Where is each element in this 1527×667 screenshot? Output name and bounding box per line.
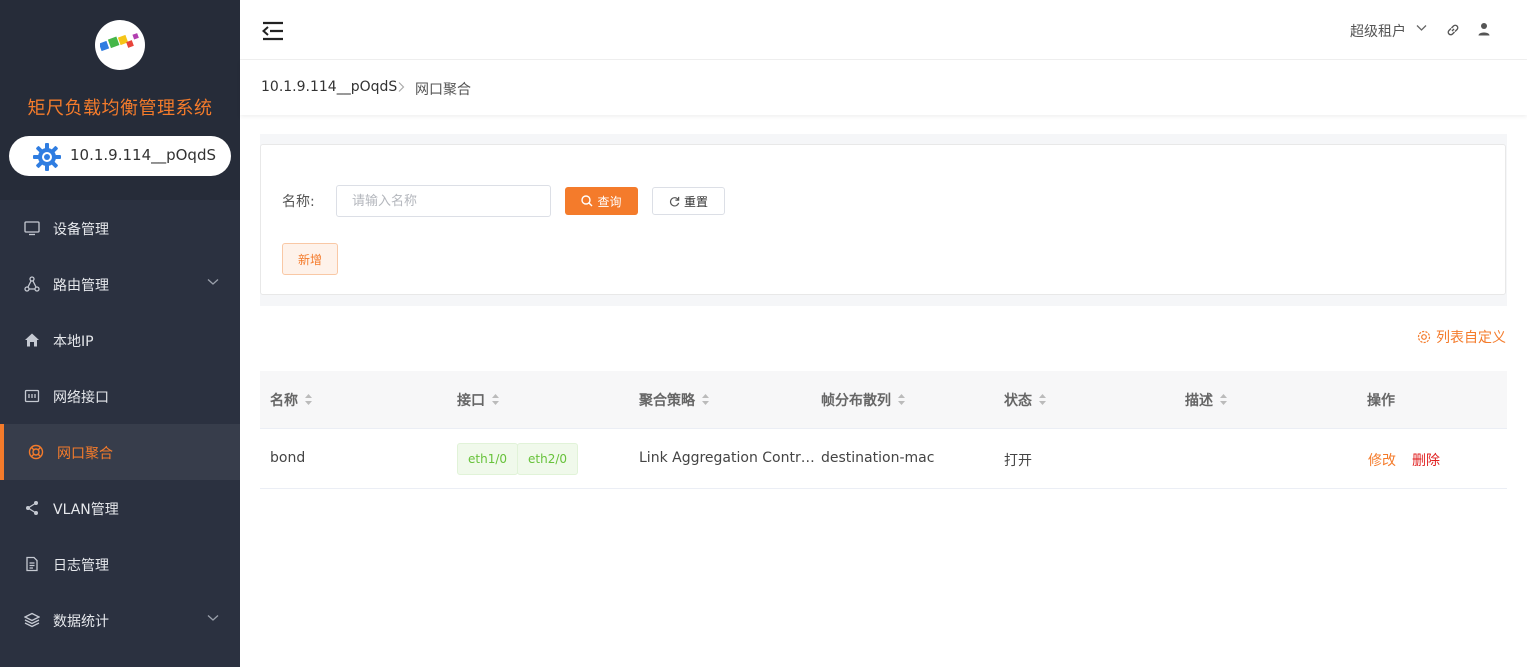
share-icon xyxy=(26,501,38,515)
name-search-input[interactable] xyxy=(336,185,551,217)
column-header-policy[interactable]: 聚合策略 xyxy=(639,390,710,410)
name-label: 名称: xyxy=(282,194,315,210)
chevron-down-icon xyxy=(207,615,219,621)
chevron-down-icon[interactable] xyxy=(1416,24,1427,32)
sidebar-item-statistics[interactable]: 数据统计 xyxy=(0,592,240,648)
breadcrumb: 10.1.9.114__pOqdS 网口聚合 xyxy=(240,60,1527,115)
table-row: bond eth1/0 eth2/0 Link Aggregation Cont… xyxy=(260,429,1507,489)
menu-fold-icon[interactable] xyxy=(262,21,284,41)
system-title: 矩尺负载均衡管理系统 xyxy=(27,98,213,119)
layers-icon xyxy=(24,612,40,628)
sidebar: 矩尺负载均衡管理系统 10.1.9.114__pOqdS 设备管理 路由管理 本… xyxy=(0,0,240,667)
logo xyxy=(95,20,145,70)
sidebar-item-label: VLAN管理 xyxy=(53,502,119,518)
sidebar-item-device-management[interactable]: 设备管理 xyxy=(0,200,240,256)
interface-tag: eth1/0 xyxy=(457,443,519,475)
sidebar-item-local-ip[interactable]: 本地IP xyxy=(0,312,240,368)
top-header: 超级租户 xyxy=(240,0,1527,60)
sort-icon xyxy=(305,394,312,405)
column-header-description[interactable]: 描述 xyxy=(1185,390,1228,410)
sidebar-item-label: 路由管理 xyxy=(53,278,109,294)
sidebar-item-network-interface[interactable]: 网络接口 xyxy=(0,368,240,424)
search-icon xyxy=(581,194,593,206)
column-header-status[interactable]: 状态 xyxy=(1004,390,1047,410)
reset-button[interactable]: 重置 xyxy=(652,187,725,215)
chevron-down-icon xyxy=(207,279,219,285)
home-icon xyxy=(25,333,39,347)
sidebar-item-label: 网络接口 xyxy=(53,390,109,406)
link-icon[interactable] xyxy=(1446,23,1460,37)
breadcrumb-device[interactable]: 10.1.9.114__pOqdS xyxy=(261,79,397,95)
cell-hash: destination-mac xyxy=(821,450,935,466)
column-header-interface[interactable]: 接口 xyxy=(457,390,500,410)
device-selector[interactable]: 10.1.9.114__pOqdS xyxy=(9,136,231,176)
interface-icon xyxy=(24,389,40,403)
add-button[interactable]: 新增 xyxy=(282,243,338,275)
cell-policy: Link Aggregation Contr… xyxy=(639,450,815,466)
tenant-selector[interactable]: 超级租户 xyxy=(1350,21,1406,41)
column-header-name[interactable]: 名称 xyxy=(270,390,313,410)
gear-icon xyxy=(1417,330,1431,344)
sidebar-item-label: 数据统计 xyxy=(53,614,109,630)
delete-button[interactable]: 删除 xyxy=(1412,450,1440,470)
monitor-icon xyxy=(24,221,40,236)
sidebar-item-vlan-management[interactable]: VLAN管理 xyxy=(0,480,240,536)
brand-panel: 矩尺负载均衡管理系统 10.1.9.114__pOqdS xyxy=(0,0,240,200)
share-nodes-icon xyxy=(24,276,40,292)
sidebar-item-port-aggregation[interactable]: 网口聚合 xyxy=(0,424,240,480)
query-button[interactable]: 查询 xyxy=(565,187,638,215)
sidebar-item-label: 设备管理 xyxy=(53,222,109,238)
table-header: 名称 接口 聚合策略 帧分布散列 状态 描述 操作 xyxy=(260,371,1507,429)
sidebar-menu: 设备管理 路由管理 本地IP 网络接口 网口聚合 VLAN管理 日志管理 数据统… xyxy=(0,200,240,648)
sort-icon xyxy=(492,394,499,405)
column-header-actions: 操作 xyxy=(1367,393,1395,409)
interface-tag: eth2/0 xyxy=(517,443,579,475)
sort-icon xyxy=(1039,394,1046,405)
list-customize-link[interactable]: 列表自定义 xyxy=(1417,327,1506,347)
sidebar-item-label: 日志管理 xyxy=(53,558,109,574)
cell-status: 打开 xyxy=(1004,453,1032,469)
sidebar-item-route-management[interactable]: 路由管理 xyxy=(0,256,240,312)
sort-icon xyxy=(702,394,709,405)
search-panel: 名称: 查询 重置 新增 xyxy=(260,144,1506,295)
chevron-right-icon xyxy=(398,82,405,92)
list-customize-label: 列表自定义 xyxy=(1436,330,1506,346)
sort-icon xyxy=(898,394,905,405)
sort-icon xyxy=(1220,394,1227,405)
breadcrumb-current: 网口聚合 xyxy=(415,82,471,98)
sidebar-item-log-management[interactable]: 日志管理 xyxy=(0,536,240,592)
document-icon xyxy=(26,556,38,572)
device-name: 10.1.9.114__pOqdS xyxy=(70,146,217,164)
aggregation-table: 名称 接口 聚合策略 帧分布散列 状态 描述 操作 bond eth1/0 et… xyxy=(260,371,1507,489)
refresh-icon xyxy=(669,196,680,206)
edit-button[interactable]: 修改 xyxy=(1368,450,1396,470)
query-label: 查询 xyxy=(597,194,622,209)
cell-name: bond xyxy=(270,450,306,466)
sidebar-item-label: 本地IP xyxy=(53,334,94,350)
reset-label: 重置 xyxy=(683,194,708,209)
lifebuoy-icon xyxy=(28,444,44,460)
user-icon[interactable] xyxy=(1477,22,1491,36)
column-header-hash[interactable]: 帧分布散列 xyxy=(821,390,906,410)
gear-icon xyxy=(33,143,61,171)
sidebar-item-label: 网口聚合 xyxy=(57,446,113,462)
